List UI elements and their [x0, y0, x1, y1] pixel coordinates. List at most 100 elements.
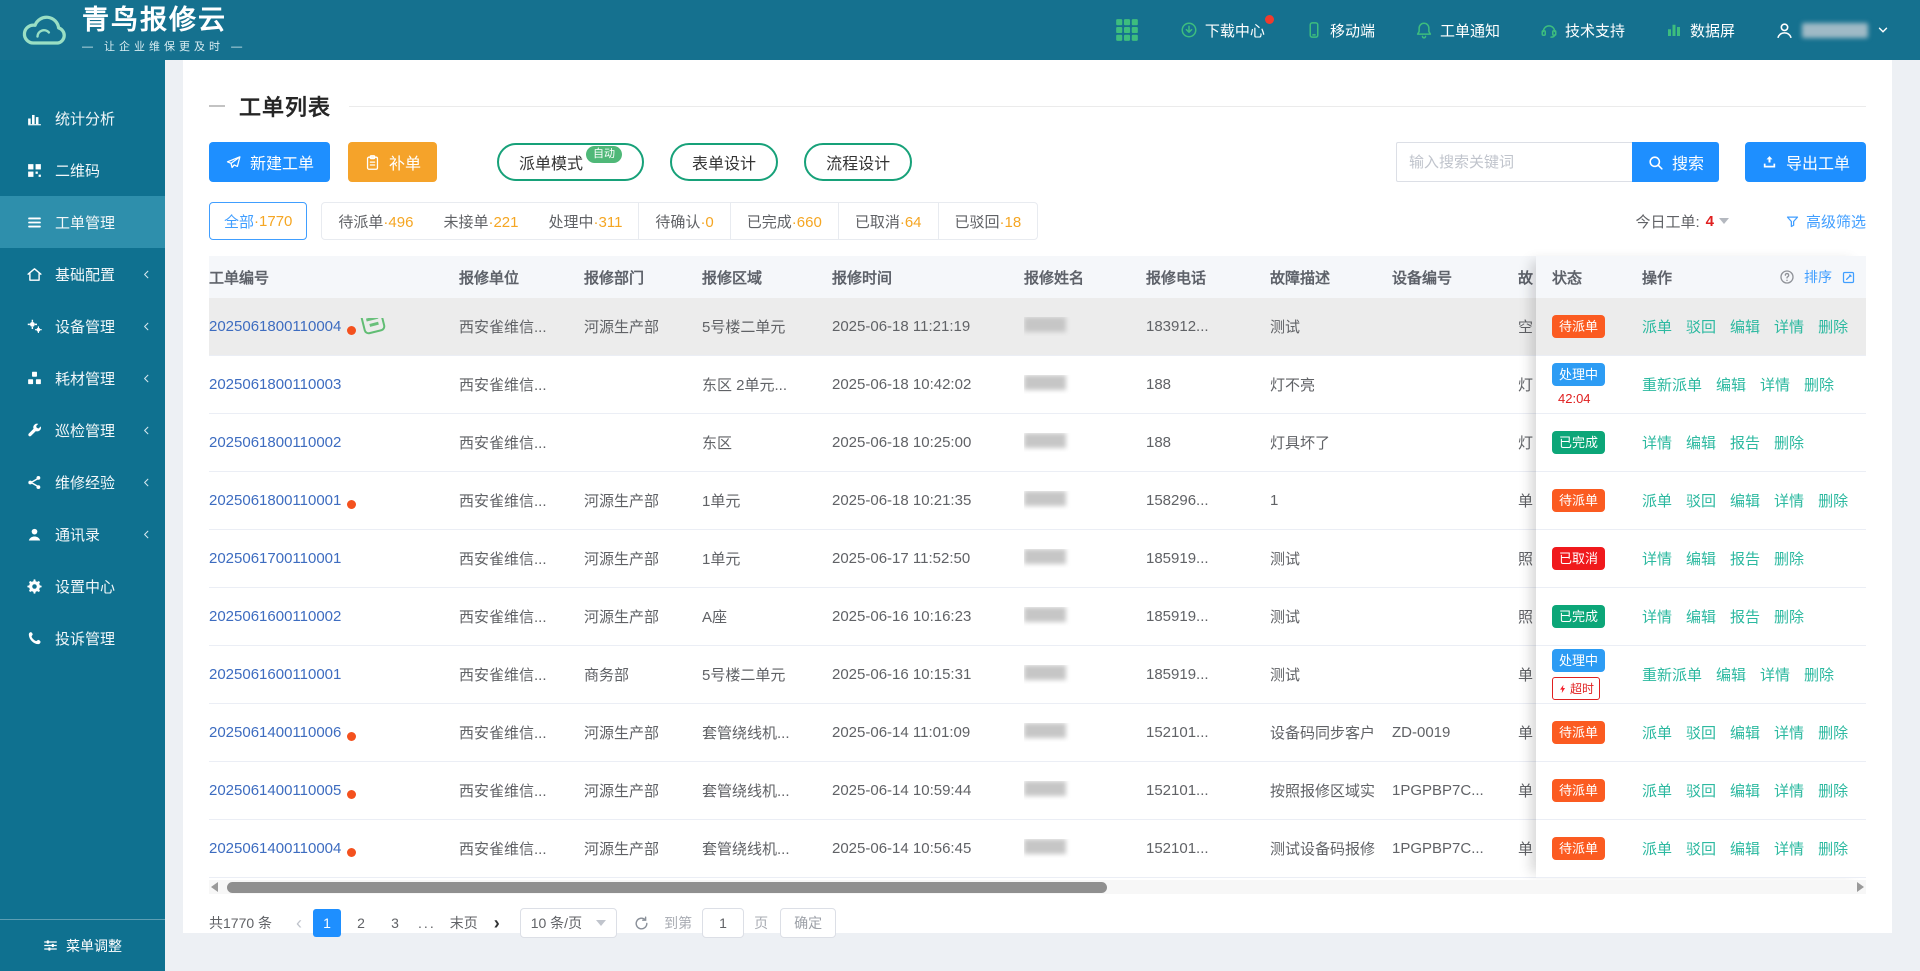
action-link-重新派单[interactable]: 重新派单 [1642, 374, 1702, 395]
sidebar-item-工单管理[interactable]: 工单管理 [0, 196, 165, 248]
action-link-详情[interactable]: 详情 [1760, 374, 1790, 395]
action-link-报告[interactable]: 报告 [1730, 432, 1760, 453]
action-link-编辑[interactable]: 编辑 [1730, 316, 1760, 337]
action-link-详情[interactable]: 详情 [1774, 838, 1804, 859]
action-link-编辑[interactable]: 编辑 [1730, 722, 1760, 743]
sidebar-item-耗材管理[interactable]: 耗材管理 [0, 352, 165, 404]
action-link-删除[interactable]: 删除 [1804, 664, 1834, 685]
last-page-button[interactable]: 末页 [442, 913, 486, 933]
sidebar-item-巡检管理[interactable]: 巡检管理 [0, 404, 165, 456]
sort-link[interactable]: 排序 [1804, 267, 1832, 287]
action-link-编辑[interactable]: 编辑 [1686, 548, 1716, 569]
page-button-1[interactable]: 1 [313, 909, 342, 937]
order-link[interactable]: 2025061600110002 [209, 608, 341, 625]
per-page-select[interactable]: 10 条/页 [519, 908, 618, 938]
action-link-编辑[interactable]: 编辑 [1716, 664, 1746, 685]
action-link-删除[interactable]: 删除 [1818, 780, 1848, 801]
scroll-right-arrow-icon[interactable] [1857, 882, 1864, 892]
action-link-驳回[interactable]: 驳回 [1686, 490, 1716, 511]
action-link-派单[interactable]: 派单 [1642, 780, 1672, 801]
action-link-报告[interactable]: 报告 [1730, 548, 1760, 569]
prev-page-button[interactable]: ‹ [288, 913, 310, 934]
order-link[interactable]: 2025061600110001 [209, 666, 341, 683]
page-button-3[interactable]: 3 [381, 909, 409, 937]
menu-adjust-button[interactable]: 菜单调整 [0, 919, 165, 971]
tab-待派单[interactable]: 待派单·496 [338, 211, 413, 232]
action-link-删除[interactable]: 删除 [1818, 838, 1848, 859]
action-link-报告[interactable]: 报告 [1730, 606, 1760, 627]
export-orders-button[interactable]: 导出工单 [1744, 142, 1866, 182]
action-link-驳回[interactable]: 驳回 [1686, 780, 1716, 801]
order-link[interactable]: 2025061800110004 [209, 318, 341, 335]
form-design-button[interactable]: 表单设计 [670, 143, 779, 181]
action-link-派单[interactable]: 派单 [1642, 838, 1672, 859]
action-link-删除[interactable]: 删除 [1818, 722, 1848, 743]
action-link-编辑[interactable]: 编辑 [1730, 780, 1760, 801]
sort-edit-icon[interactable] [1841, 270, 1856, 285]
action-link-重新派单[interactable]: 重新派单 [1642, 664, 1702, 685]
action-link-详情[interactable]: 详情 [1774, 780, 1804, 801]
sidebar-item-基础配置[interactable]: 基础配置 [0, 248, 165, 300]
order-link[interactable]: 2025061400110005 [209, 782, 341, 799]
topbar-item-移动端[interactable]: 移动端 [1305, 20, 1375, 41]
tab-已完成[interactable]: 已完成·660 [747, 211, 822, 232]
sidebar-item-设备管理[interactable]: 设备管理 [0, 300, 165, 352]
order-link[interactable]: 2025061400110006 [209, 724, 341, 741]
search-input[interactable] [1395, 142, 1632, 182]
today-orders-filter[interactable]: 今日工单: 4 [1635, 211, 1729, 232]
page-button-2[interactable]: 2 [347, 909, 375, 937]
user-menu[interactable] [1775, 21, 1890, 40]
advanced-filter-button[interactable]: 高级筛选 [1785, 211, 1866, 232]
apps-grid-icon[interactable] [1114, 17, 1140, 43]
action-link-详情[interactable]: 详情 [1760, 664, 1790, 685]
tab-all[interactable]: 全部 ·1770 [209, 202, 308, 240]
sidebar-item-统计分析[interactable]: 统计分析 [0, 92, 165, 144]
action-link-派单[interactable]: 派单 [1642, 316, 1672, 337]
action-link-删除[interactable]: 删除 [1774, 432, 1804, 453]
topbar-item-技术支持[interactable]: 技术支持 [1540, 20, 1625, 41]
next-page-button[interactable]: › [486, 913, 508, 934]
order-link[interactable]: 2025061400110004 [209, 840, 341, 857]
action-link-详情[interactable]: 详情 [1642, 606, 1672, 627]
action-link-编辑[interactable]: 编辑 [1686, 606, 1716, 627]
action-link-编辑[interactable]: 编辑 [1730, 838, 1760, 859]
scrollbar-thumb[interactable] [227, 881, 1107, 893]
tab-已取消[interactable]: 已取消·64 [855, 211, 922, 232]
refresh-icon[interactable] [633, 915, 650, 932]
tab-未接单[interactable]: 未接单·221 [443, 211, 518, 232]
order-link[interactable]: 2025061800110001 [209, 492, 341, 509]
topbar-item-工单通知[interactable]: 工单通知 [1415, 20, 1500, 41]
order-link[interactable]: 2025061700110001 [209, 550, 341, 567]
sidebar-item-通讯录[interactable]: 通讯录 [0, 508, 165, 560]
action-link-驳回[interactable]: 驳回 [1686, 316, 1716, 337]
goto-page-input[interactable] [702, 908, 745, 938]
action-link-编辑[interactable]: 编辑 [1716, 374, 1746, 395]
action-link-派单[interactable]: 派单 [1642, 722, 1672, 743]
action-link-删除[interactable]: 删除 [1774, 606, 1804, 627]
topbar-item-下载中心[interactable]: 下载中心 [1180, 14, 1274, 41]
action-link-详情[interactable]: 详情 [1774, 722, 1804, 743]
action-link-编辑[interactable]: 编辑 [1730, 490, 1760, 511]
new-order-button[interactable]: 新建工单 [209, 142, 331, 182]
action-link-删除[interactable]: 删除 [1818, 316, 1848, 337]
action-link-详情[interactable]: 详情 [1774, 316, 1804, 337]
dispatch-mode-button[interactable]: 派单模式 自动 [497, 143, 645, 181]
action-link-编辑[interactable]: 编辑 [1686, 432, 1716, 453]
sidebar-item-设置中心[interactable]: 设置中心 [0, 560, 165, 612]
action-link-删除[interactable]: 删除 [1774, 548, 1804, 569]
action-link-驳回[interactable]: 驳回 [1686, 838, 1716, 859]
tab-处理中[interactable]: 处理中·311 [548, 211, 622, 232]
action-link-详情[interactable]: 详情 [1774, 490, 1804, 511]
scroll-left-arrow-icon[interactable] [211, 882, 218, 892]
flow-design-button[interactable]: 流程设计 [804, 143, 913, 181]
horizontal-scrollbar[interactable] [209, 880, 1866, 894]
action-link-删除[interactable]: 删除 [1804, 374, 1834, 395]
supplement-order-button[interactable]: 补单 [348, 142, 438, 182]
action-link-驳回[interactable]: 驳回 [1686, 722, 1716, 743]
order-link[interactable]: 2025061800110003 [209, 376, 341, 393]
help-icon[interactable] [1779, 269, 1795, 285]
action-link-详情[interactable]: 详情 [1642, 548, 1672, 569]
sidebar-item-二维码[interactable]: 二维码 [0, 144, 165, 196]
tab-待确认[interactable]: 待确认·0 [655, 211, 713, 232]
order-link[interactable]: 2025061800110002 [209, 434, 341, 451]
